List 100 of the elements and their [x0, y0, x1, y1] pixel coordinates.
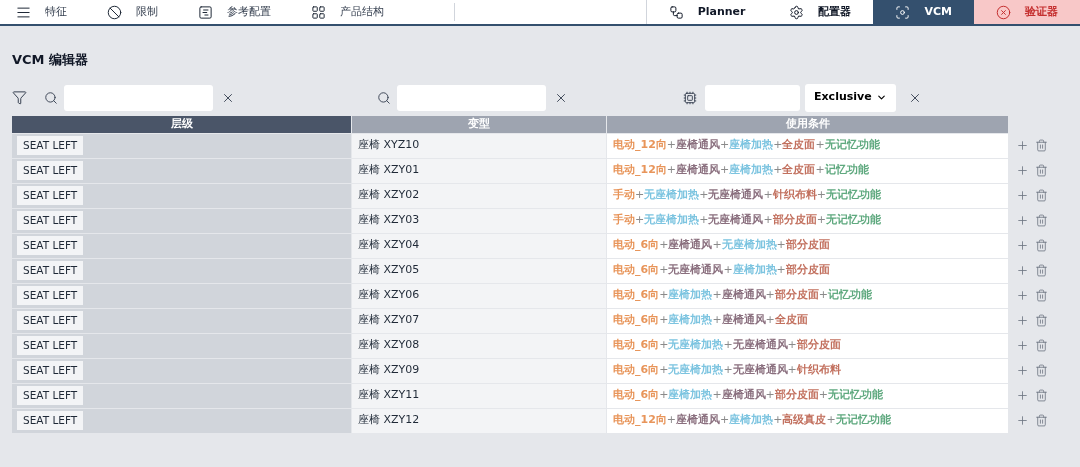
search-field[interactable] [397, 84, 546, 111]
delete-icon[interactable] [1035, 389, 1048, 402]
add-icon[interactable] [1016, 239, 1029, 252]
table-cell: 座椅 XZY08 [352, 333, 606, 358]
plus-operator: + [826, 412, 836, 429]
delete-icon[interactable] [1035, 189, 1048, 202]
table-cell: 座椅 XZY04 [352, 233, 606, 258]
plus-operator: + [723, 362, 733, 379]
plus-operator: + [723, 262, 733, 279]
add-icon[interactable] [1016, 339, 1029, 352]
level-tag: SEAT LEFT [17, 161, 84, 180]
settings-icon [789, 4, 805, 20]
condition-term: 电动_12向 [613, 412, 667, 429]
delete-icon[interactable] [1035, 339, 1048, 352]
plus-operator: + [765, 387, 775, 404]
nav-tab[interactable]: 验证器 [974, 0, 1080, 24]
table-cell: 座椅 XZY03 [352, 208, 606, 233]
table-cell: 座椅 XZY12 [352, 408, 606, 433]
table-cell: 座椅 XZY06 [352, 283, 606, 308]
table-cell: 座椅 XZY05 [352, 258, 606, 283]
nav-tab[interactable]: 产品结构 [311, 3, 384, 21]
plus-operator: + [776, 262, 786, 279]
nav-tab[interactable]: 参考配置 [198, 3, 271, 21]
condition-term: 无记忆功能 [824, 137, 880, 154]
plus-operator: + [773, 137, 783, 154]
add-icon[interactable] [1016, 189, 1029, 202]
plus-operator: + [815, 162, 825, 179]
delete-icon[interactable] [1035, 289, 1048, 302]
plus-operator: + [776, 237, 786, 254]
plus-operator: + [763, 212, 773, 229]
level-tag: SEAT LEFT [17, 386, 84, 405]
condition-term: 电动_6向 [613, 287, 660, 304]
search-field[interactable] [705, 84, 800, 111]
add-icon[interactable] [1016, 414, 1029, 427]
delete-icon[interactable] [1035, 164, 1048, 177]
tray-icon [198, 4, 213, 20]
plus-operator: + [659, 387, 669, 404]
plus-operator: + [720, 162, 730, 179]
mode-select[interactable]: Exclusive [805, 83, 896, 112]
condition-term: 针织布料 [796, 362, 841, 379]
condition-term: 针织布料 [772, 187, 817, 204]
nav-tab[interactable]: 限制 [107, 3, 158, 21]
plus-operator: + [787, 362, 797, 379]
plus-operator: + [712, 312, 722, 329]
search-field[interactable] [64, 84, 213, 111]
condition-term: 无记忆功能 [835, 412, 891, 429]
nav-tab-label: 特征 [45, 3, 67, 20]
column-header: 变型 [352, 115, 606, 133]
plus-operator: + [699, 187, 709, 204]
delete-icon[interactable] [1035, 314, 1048, 327]
delete-icon[interactable] [1035, 414, 1048, 427]
condition-term: 无座椅加热 [644, 212, 700, 229]
add-icon[interactable] [1016, 164, 1029, 177]
plus-operator: + [723, 337, 733, 354]
plus-operator: + [773, 162, 783, 179]
condition-term: 无记忆功能 [825, 212, 881, 229]
delete-icon[interactable] [1035, 264, 1048, 277]
condition-term: 记忆功能 [828, 287, 873, 304]
plus-operator: + [659, 312, 669, 329]
nav-tab[interactable]: VCM [873, 0, 974, 24]
condition-term: 电动_12向 [613, 137, 667, 154]
add-icon[interactable] [1016, 314, 1029, 327]
add-icon[interactable] [1016, 289, 1029, 302]
add-icon[interactable] [1016, 389, 1029, 402]
search-icon [377, 90, 391, 105]
table-cell: 座椅 XZY07 [352, 308, 606, 333]
plus-operator: + [659, 237, 669, 254]
condition-term: 无座椅通风 [708, 187, 764, 204]
delete-icon[interactable] [1035, 214, 1048, 227]
plus-operator: + [666, 412, 677, 429]
table-cell: 座椅 XZY01 [352, 158, 606, 183]
condition-term: 座椅通风 [676, 137, 721, 154]
condition-term: 电动_6向 [613, 337, 660, 354]
condition-term: 无座椅通风 [732, 337, 788, 354]
plus-operator: + [720, 412, 730, 429]
level-tag: SEAT LEFT [17, 286, 84, 305]
table-cell: 座椅 XYZ10 [352, 133, 606, 158]
nav-tab[interactable]: 特征 [16, 3, 67, 21]
condition-term: 无座椅通风 [708, 212, 764, 229]
chip-icon [683, 90, 697, 105]
add-icon[interactable] [1016, 214, 1029, 227]
page-title: VCM 编辑器 [12, 51, 90, 69]
condition-term: 座椅加热 [668, 287, 713, 304]
plus-operator: + [765, 312, 775, 329]
plus-operator: + [763, 187, 773, 204]
add-icon[interactable] [1016, 264, 1029, 277]
delete-icon[interactable] [1035, 139, 1048, 152]
table-cell: 座椅 XZY11 [352, 383, 606, 408]
condition-term: 手动 [613, 212, 635, 229]
filter-icon[interactable] [12, 90, 27, 105]
condition-term: 高级真皮 [782, 412, 827, 429]
delete-icon[interactable] [1035, 239, 1048, 252]
add-icon[interactable] [1016, 139, 1029, 152]
delete-icon[interactable] [1035, 364, 1048, 377]
add-icon[interactable] [1016, 364, 1029, 377]
condition-term: 电动_6向 [613, 312, 660, 329]
condition-term: 无座椅加热 [721, 237, 777, 254]
level-tag: SEAT LEFT [17, 311, 84, 330]
condition-term: 全皮面 [782, 137, 816, 154]
grid-icon [311, 4, 326, 20]
